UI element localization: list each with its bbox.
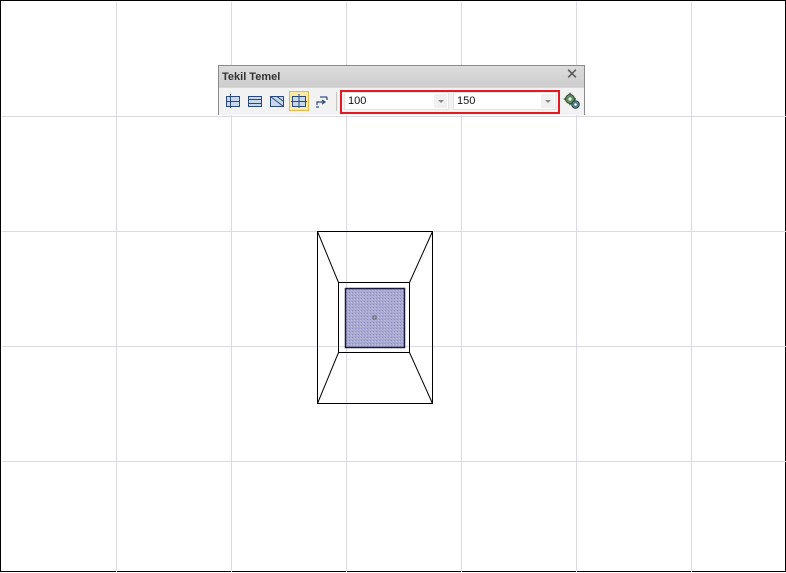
footing-slope-line [409, 231, 433, 283]
tool-button-2[interactable] [245, 91, 265, 111]
tool-button-4[interactable] [289, 91, 309, 111]
footing-slope-line [317, 352, 339, 404]
toolbar-title: Tekil Temel [222, 71, 281, 83]
inputs-highlight-frame [340, 90, 560, 114]
toolbar-tools: 100 150 [219, 88, 584, 115]
toolbar-titlebar[interactable]: Tekil Temel ✕ [219, 66, 584, 87]
close-icon[interactable]: ✕ [565, 67, 579, 82]
gears-icon [563, 92, 580, 109]
column [344, 287, 406, 349]
tekil-temel-toolbar[interactable]: Tekil Temel ✕ 100 150 [218, 65, 585, 115]
footing-slope-line [409, 352, 433, 404]
tool-button-3[interactable] [267, 91, 287, 111]
tool-button-5[interactable] [312, 91, 332, 111]
foundation-type-3-icon [270, 96, 284, 107]
rotate-swap-icon [316, 96, 328, 108]
tool-button-1[interactable] [223, 91, 243, 111]
foundation-type-4-icon [291, 94, 307, 108]
footing-slope-line [317, 231, 339, 283]
foundation-type-2-icon [248, 96, 262, 107]
toolbar-separator [336, 92, 337, 111]
foundation-type-1-icon [226, 94, 240, 108]
settings-button[interactable] [562, 91, 582, 111]
